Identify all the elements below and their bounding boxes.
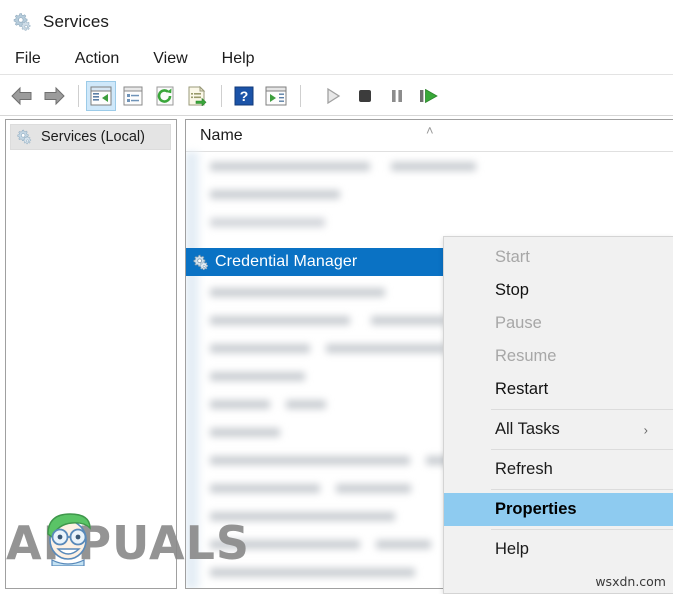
- services-gear-icon: [16, 128, 34, 146]
- context-menu-item-label: Restart: [495, 380, 549, 398]
- forward-arrow-icon[interactable]: [39, 81, 69, 111]
- menu-view[interactable]: View: [151, 49, 189, 69]
- context-menu-item-label: Help: [495, 540, 529, 558]
- context-menu-item-label: All Tasks: [495, 420, 560, 438]
- menu-help[interactable]: Help: [220, 49, 257, 69]
- pause-service-icon[interactable]: [382, 81, 412, 111]
- menu-action[interactable]: Action: [73, 49, 121, 69]
- context-menu-item-label: Resume: [495, 347, 557, 365]
- properties-icon[interactable]: [118, 81, 148, 111]
- services-gear-icon: [12, 11, 34, 33]
- sidebar-item-services-local[interactable]: Services (Local): [10, 124, 171, 150]
- window-title: Services: [43, 11, 109, 31]
- context-menu-separator: [491, 409, 673, 410]
- service-gear-icon: [192, 253, 211, 272]
- toolbar-separator: [78, 84, 79, 107]
- context-menu-item-all-tasks[interactable]: All Tasks ›: [444, 413, 673, 446]
- start-service-icon[interactable]: [318, 81, 348, 111]
- appuals-mascot-icon: [38, 504, 98, 567]
- context-menu-item-restart[interactable]: Restart: [444, 373, 673, 406]
- list-column-header: Name ˄: [186, 120, 673, 152]
- show-hide-console-tree-icon[interactable]: [86, 80, 116, 111]
- help-icon[interactable]: ?: [229, 81, 259, 111]
- services-window: Services File Action View Help ? Service…: [0, 0, 673, 594]
- context-menu-item-label: Properties: [495, 500, 577, 518]
- context-menu-item-stop[interactable]: Stop: [444, 274, 673, 307]
- show-hide-action-pane-icon[interactable]: [261, 81, 291, 111]
- back-arrow-icon[interactable]: [7, 81, 37, 111]
- context-menu-item-start[interactable]: Start: [444, 241, 673, 274]
- context-menu: Start Stop Pause Resume Restart All Task…: [443, 236, 673, 594]
- context-menu-item-refresh[interactable]: Refresh: [444, 453, 673, 486]
- list-item-label: Credential Manager: [215, 253, 358, 270]
- chevron-right-icon: ›: [643, 422, 648, 437]
- menu-bar: File Action View Help: [0, 43, 673, 75]
- context-menu-item-label: Start: [495, 248, 530, 266]
- context-menu-separator: [491, 529, 673, 530]
- toolbar: ?: [0, 76, 673, 116]
- context-menu-separator: [491, 489, 673, 490]
- sort-ascending-icon: ˄: [426, 123, 434, 138]
- context-menu-item-resume[interactable]: Resume: [444, 340, 673, 373]
- column-header-name[interactable]: Name: [200, 127, 243, 145]
- refresh-icon[interactable]: [150, 81, 180, 111]
- context-menu-item-help[interactable]: Help: [444, 533, 673, 566]
- menu-file[interactable]: File: [13, 49, 43, 69]
- svg-text:?: ?: [240, 88, 249, 104]
- restart-service-icon[interactable]: [414, 81, 444, 111]
- stop-service-icon[interactable]: [350, 81, 380, 111]
- wsxdn-watermark: wsxdn.com: [595, 574, 666, 589]
- context-menu-item-label: Pause: [495, 314, 542, 332]
- toolbar-separator: [221, 84, 222, 107]
- context-menu-item-label: Refresh: [495, 460, 553, 478]
- export-list-icon[interactable]: [182, 81, 212, 111]
- title-bar: Services: [0, 0, 673, 43]
- context-menu-item-properties[interactable]: Properties: [444, 493, 673, 526]
- context-menu-item-label: Stop: [495, 281, 529, 299]
- sidebar-item-label: Services (Local): [41, 129, 145, 145]
- context-menu-separator: [491, 449, 673, 450]
- context-menu-item-pause[interactable]: Pause: [444, 307, 673, 340]
- toolbar-separator: [300, 84, 301, 107]
- appuals-watermark: APPUALS: [6, 513, 250, 567]
